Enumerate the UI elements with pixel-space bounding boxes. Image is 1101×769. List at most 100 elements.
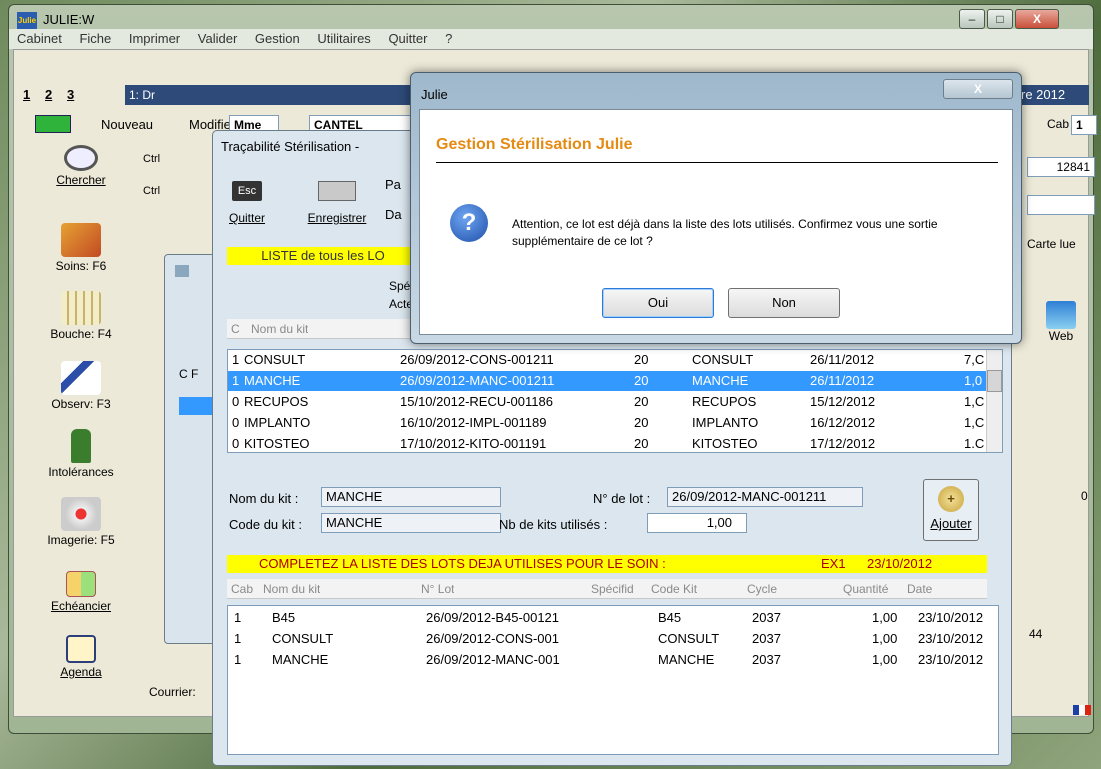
table-row[interactable]: 1 CONSULT 26/09/2012-CONS-001 CONSULT 20… xyxy=(228,629,998,649)
cell-lot: 15/10/2012-RECU-001186 xyxy=(400,394,553,409)
nom-kit-field[interactable]: MANCHE xyxy=(321,487,501,507)
col-cycle[interactable]: Cycle xyxy=(747,582,777,596)
oui-button[interactable]: Oui xyxy=(602,288,714,318)
intolerances-button[interactable]: Intolérances xyxy=(23,429,139,479)
dialog-close-button[interactable]: X xyxy=(943,79,1013,99)
cell-cab: 1 xyxy=(234,610,242,625)
menu-quitter[interactable]: Quitter xyxy=(388,31,427,46)
tracabilite-title: Traçabilité Stérilisation - xyxy=(221,139,360,154)
cab-field[interactable]: 1 xyxy=(1071,115,1097,135)
plus-icon: + xyxy=(938,486,964,512)
table-row[interactable]: 1 CONSULT 26/09/2012-CONS-001211 20 CONS… xyxy=(228,350,986,370)
cell-nom: CONSULT xyxy=(272,631,334,646)
col-nom-du-kit[interactable]: Nom du kit xyxy=(251,322,308,336)
table-row-selected[interactable]: 1 MANCHE 26/09/2012-MANC-001211 20 MANCH… xyxy=(228,371,986,391)
agenda-label: Agenda xyxy=(60,665,102,679)
lot-label: N° de lot : xyxy=(593,491,651,506)
table-row[interactable]: 0 KITOSTEO 17/10/2012-KITO-001191 20 KIT… xyxy=(228,434,986,448)
nb-kits-field[interactable]: 1,00 xyxy=(647,513,747,533)
table-row[interactable]: 1 MANCHE 26/09/2012-MANC-001 MANCHE 2037… xyxy=(228,650,998,670)
col-nom-kit[interactable]: Nom du kit xyxy=(263,582,320,596)
maximize-button[interactable]: □ xyxy=(987,9,1013,29)
chercher-button[interactable]: Chercher xyxy=(23,145,139,187)
menu-cabinet[interactable]: Cabinet xyxy=(17,31,62,46)
table-row[interactable]: 0 IMPLANTO 16/10/2012-IMPL-001189 20 IMP… xyxy=(228,413,986,433)
col-specif[interactable]: Spécifid xyxy=(591,582,634,596)
col-lot[interactable]: N° Lot xyxy=(421,582,454,596)
col-code-kit[interactable]: Code Kit xyxy=(651,582,697,596)
menu-valider[interactable]: Valider xyxy=(198,31,238,46)
table-row[interactable]: 1 B45 26/09/2012-B45-00121 B45 2037 1,00… xyxy=(228,608,998,628)
app-logo-icon: Julie xyxy=(17,12,37,30)
minimize-button[interactable]: – xyxy=(959,9,985,29)
bouche-button[interactable]: Bouche: F4 xyxy=(23,291,139,341)
col-quantite[interactable]: Quantité xyxy=(843,582,888,596)
history-tab-cf[interactable]: C F xyxy=(179,367,198,381)
history-window-icon xyxy=(175,265,189,277)
agenda-icon xyxy=(66,635,96,663)
dialog-heading-rule xyxy=(436,162,998,163)
web-button[interactable]: Web xyxy=(1039,301,1083,343)
top-lots-list: 1 CONSULT 26/09/2012-CONS-001211 20 CONS… xyxy=(227,349,1003,453)
tab-2[interactable]: 2 xyxy=(45,87,52,102)
code-kit-field[interactable]: MANCHE xyxy=(321,513,501,533)
non-button[interactable]: Non xyxy=(728,288,840,318)
blank-field-1[interactable] xyxy=(1027,195,1095,215)
enregistrer-button[interactable]: Enregistrer xyxy=(301,171,373,225)
nouveau-button[interactable]: Nouveau xyxy=(101,117,153,132)
cell-nom: KITOSTEO xyxy=(244,436,310,448)
tab-3[interactable]: 3 xyxy=(67,87,74,102)
cell-lot: 26/09/2012-MANC-001211 xyxy=(400,373,555,388)
dialog-title: Julie xyxy=(421,87,448,102)
col-c[interactable]: C xyxy=(231,322,240,336)
cell-q: 1,C xyxy=(964,415,985,430)
ctrl-label-2: Ctrl xyxy=(143,185,161,197)
imagerie-button[interactable]: Imagerie: F5 xyxy=(23,497,139,547)
echeancier-button[interactable]: Echéancier xyxy=(23,571,139,613)
menu-gestion[interactable]: Gestion xyxy=(255,31,300,46)
imagerie-label: Imagerie: F5 xyxy=(47,533,115,547)
top-list-scrollbar[interactable] xyxy=(986,350,1002,452)
complete-title-bar: COMPLETEZ LA LISTE DES LOTS DEJA UTILISE… xyxy=(227,555,987,573)
agenda-button[interactable]: Agenda xyxy=(23,635,139,679)
val-44: 44 xyxy=(1029,627,1043,641)
chercher-label: Chercher xyxy=(56,173,106,187)
menu-help[interactable]: ? xyxy=(445,31,452,46)
ajouter-button[interactable]: + Ajouter xyxy=(923,479,979,541)
echeancier-label: Echéancier xyxy=(50,599,112,613)
date-header: re 2012 xyxy=(1017,85,1089,105)
tab-1[interactable]: 1 xyxy=(23,87,30,102)
menu-bar: Cabinet Fiche Imprimer Valider Gestion U… xyxy=(9,29,1093,49)
cell-code: RECUPOS xyxy=(692,394,757,409)
menu-imprimer[interactable]: Imprimer xyxy=(129,31,180,46)
quitter-button[interactable]: Esc Quitter xyxy=(223,171,271,225)
cell-c: 0 xyxy=(232,394,240,409)
top-list-header: C Nom du kit xyxy=(227,319,417,339)
cell-q: 1,00 xyxy=(872,610,898,625)
menu-utilitaires[interactable]: Utilitaires xyxy=(317,31,370,46)
cell-cycle: 2037 xyxy=(752,631,781,646)
patient-tab[interactable]: 1: Dr xyxy=(125,85,425,105)
table-row[interactable]: 0 RECUPOS 15/10/2012-RECU-001186 20 RECU… xyxy=(228,392,986,412)
close-button[interactable]: X xyxy=(1015,9,1059,29)
lot-field[interactable]: 26/09/2012-MANC-001211 xyxy=(667,487,863,507)
soins-button[interactable]: Soins: F6 xyxy=(23,223,139,273)
cell-code: CONSULT xyxy=(692,352,754,367)
col-date[interactable]: Date xyxy=(907,582,932,596)
cell-n: 20 xyxy=(634,352,649,367)
menu-fiche[interactable]: Fiche xyxy=(79,31,111,46)
patient-number-field[interactable]: 12841 xyxy=(1027,157,1095,177)
nom-kit-label: Nom du kit : xyxy=(229,491,299,506)
observ-label: Observ: F3 xyxy=(51,397,111,411)
list-title: LISTE de tous les LO xyxy=(227,247,419,265)
observ-button[interactable]: Observ: F3 xyxy=(23,361,139,411)
calendar-icon xyxy=(66,571,96,597)
cell-lot: 26/09/2012-MANC-001 xyxy=(426,652,560,667)
col-cab[interactable]: Cab xyxy=(231,582,253,596)
ex-date: 23/10/2012 xyxy=(867,556,933,571)
cell-n: 20 xyxy=(634,415,649,430)
cell-date: 15/12/2012 xyxy=(810,394,876,409)
cell-n: 20 xyxy=(634,373,649,388)
courrier-label: Courrier: xyxy=(149,685,196,699)
scrollbar-thumb[interactable] xyxy=(987,370,1002,392)
